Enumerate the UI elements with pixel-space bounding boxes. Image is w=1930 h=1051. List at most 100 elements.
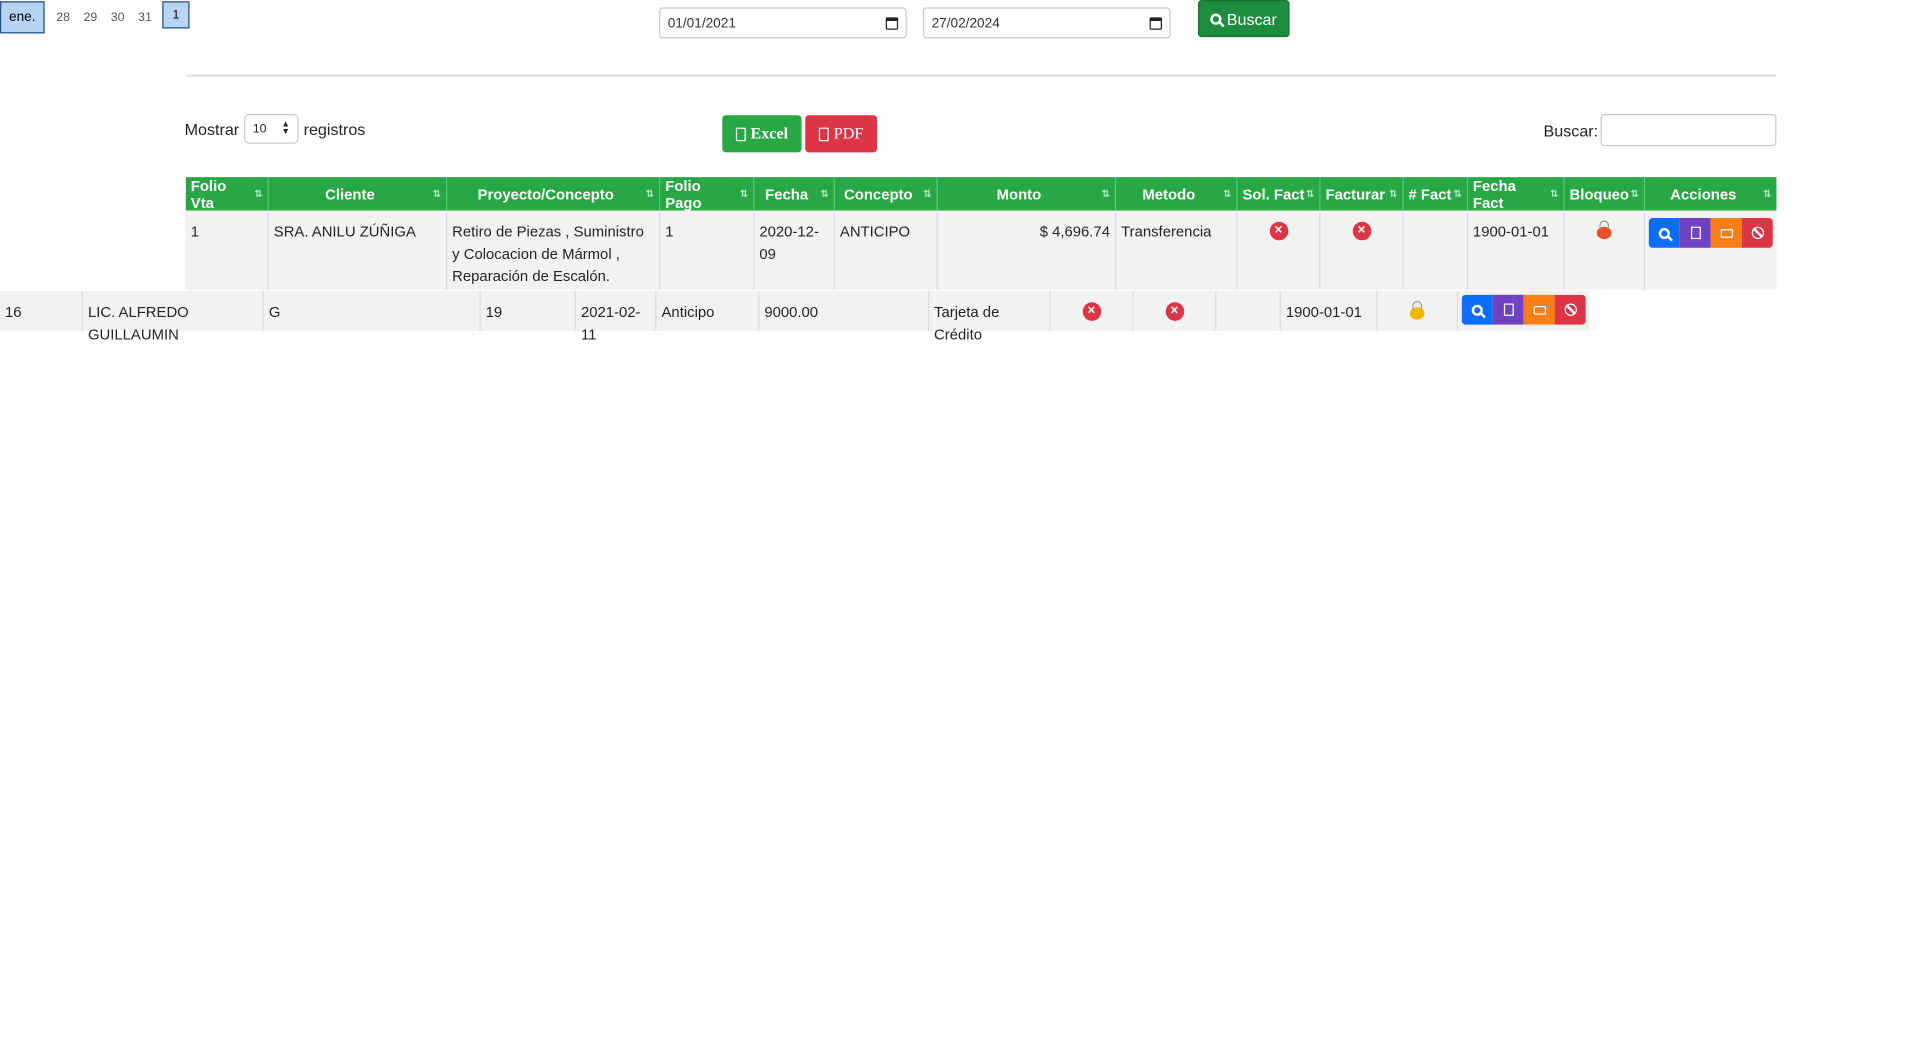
col-num-fact[interactable]: # Fact ⇅ bbox=[1404, 177, 1468, 211]
calendar-day[interactable]: 31 bbox=[131, 11, 158, 25]
document-icon bbox=[1503, 303, 1514, 316]
cell-acciones bbox=[1645, 211, 1776, 290]
sort-icon: ⇅ bbox=[1453, 188, 1462, 200]
calendar-day-selected[interactable]: 1 bbox=[162, 1, 190, 29]
view-button[interactable] bbox=[1648, 218, 1680, 248]
header-label: Fecha Fact bbox=[1472, 176, 1516, 212]
ban-icon bbox=[1751, 226, 1764, 240]
cell-cliente: LIC. ALFREDO GUILLAUMIN bbox=[83, 291, 264, 343]
col-acciones[interactable]: Acciones ⇅ bbox=[1645, 177, 1776, 210]
table-search-label: Buscar: bbox=[1543, 121, 1599, 140]
cell-proyecto: G bbox=[264, 291, 481, 331]
cell-metodo: Tarjeta de Crédito bbox=[929, 291, 1051, 343]
page: ene. 28 29 30 31 1 01/01/2021 27/02/2024… bbox=[0, 0, 1930, 1051]
print-button[interactable] bbox=[1523, 294, 1555, 325]
search-button[interactable]: Buscar bbox=[1197, 0, 1290, 38]
sort-icon: ⇅ bbox=[254, 188, 263, 200]
sort-icon: ⇅ bbox=[820, 188, 829, 200]
select-arrows-icon: ▲ ▼ bbox=[281, 120, 290, 137]
col-fecha-fact[interactable]: Fecha Fact ⇅ bbox=[1468, 176, 1565, 212]
cell-facturar: × bbox=[1321, 210, 1404, 290]
header-label: # Fact bbox=[1408, 185, 1452, 203]
col-cliente[interactable]: Cliente ⇅ bbox=[269, 177, 448, 211]
sort-icon: ⇅ bbox=[923, 188, 932, 200]
cell-fecha: 2020-12-09 bbox=[754, 210, 835, 290]
cell-monto: $ 4,696.74 bbox=[938, 210, 1117, 290]
calendar-icon[interactable] bbox=[885, 16, 899, 30]
col-folio-pago[interactable]: Folio Pago ⇅ bbox=[660, 176, 755, 212]
cancel-button[interactable] bbox=[1554, 294, 1586, 325]
x-circle-icon[interactable]: × bbox=[1082, 302, 1101, 321]
col-fecha[interactable]: Fecha ⇅ bbox=[754, 177, 835, 211]
search-icon bbox=[1471, 304, 1483, 316]
header-label: Folio Pago bbox=[665, 176, 702, 212]
cell-bloqueo bbox=[1378, 291, 1459, 331]
col-metodo[interactable]: Metodo ⇅ bbox=[1116, 177, 1238, 211]
cell-cliente: SRA. ANILU ZÚÑIGA bbox=[269, 210, 448, 290]
excel-export-button[interactable]: Excel bbox=[722, 115, 802, 153]
date-from-input[interactable]: 01/01/2021 bbox=[659, 7, 907, 39]
header-label: Concepto bbox=[844, 185, 913, 203]
date-to-input[interactable]: 27/02/2024 bbox=[922, 7, 1171, 39]
cell-sol-fact: × bbox=[1238, 210, 1321, 290]
x-circle-icon[interactable]: × bbox=[1165, 302, 1184, 321]
print-icon bbox=[1720, 228, 1733, 238]
page-size-control: Mostrar 10 ▲ ▼ registros bbox=[184, 113, 365, 144]
show-label: Mostrar bbox=[184, 119, 240, 139]
document-icon bbox=[1690, 226, 1701, 240]
document-button[interactable] bbox=[1679, 218, 1711, 248]
cell-monto: 9000.00 bbox=[759, 291, 930, 331]
table-row: 16 LIC. ALFREDO GUILLAUMIN G 19 2021-02-… bbox=[0, 291, 1590, 343]
cell-fecha-fact: 1900-01-01 bbox=[1468, 210, 1565, 290]
view-button[interactable] bbox=[1461, 294, 1493, 325]
table-header: Folio Vta ⇅ Cliente ⇅ Proyecto/Concepto ⇅ F… bbox=[185, 176, 1777, 212]
x-circle-icon[interactable]: × bbox=[1269, 221, 1288, 241]
page-size-select[interactable]: 10 ▲ ▼ bbox=[244, 113, 299, 144]
calendar-icon[interactable] bbox=[1149, 16, 1162, 30]
date-to-value: 27/02/2024 bbox=[931, 15, 1000, 31]
calendar-month[interactable]: ene. bbox=[0, 1, 45, 34]
row-actions bbox=[1648, 218, 1773, 248]
col-concepto[interactable]: Concepto ⇅ bbox=[835, 177, 938, 211]
document-button[interactable] bbox=[1492, 294, 1524, 325]
cell-concepto: ANTICIPO bbox=[835, 210, 938, 290]
cell-folio-pago: 1 bbox=[660, 210, 755, 290]
header-label: Folio Vta bbox=[190, 176, 227, 212]
cell-bloqueo bbox=[1565, 210, 1646, 290]
header-label: Metodo bbox=[1142, 185, 1196, 203]
x-circle-icon[interactable]: × bbox=[1352, 221, 1371, 241]
col-facturar[interactable]: Facturar ⇅ bbox=[1321, 177, 1404, 211]
header-label: Cliente bbox=[325, 185, 375, 203]
header-label: Monto bbox=[996, 185, 1042, 203]
sort-icon: ⇅ bbox=[432, 188, 442, 200]
header-label: Fecha bbox=[765, 185, 809, 203]
col-folio-vta[interactable]: Folio Vta ⇅ bbox=[186, 176, 269, 212]
cell-concepto: Anticipo bbox=[657, 291, 760, 331]
col-sol-fact[interactable]: Sol. Fact ⇅ bbox=[1238, 177, 1321, 211]
table-row: 1 SRA. ANILU ZÚÑIGA Retiro de Piezas , S… bbox=[185, 210, 1777, 290]
sort-icon: ⇅ bbox=[1306, 188, 1315, 200]
print-button[interactable] bbox=[1710, 218, 1742, 248]
sort-icon: ⇅ bbox=[739, 188, 749, 200]
cell-folio-vta: 16 bbox=[0, 291, 83, 331]
sort-icon: ⇅ bbox=[1550, 188, 1559, 200]
cell-num-fact bbox=[1217, 291, 1281, 331]
pdf-file-icon bbox=[818, 126, 829, 141]
cell-facturar: × bbox=[1134, 291, 1217, 331]
sort-icon: ⇅ bbox=[1389, 188, 1398, 200]
calendar-day[interactable]: 29 bbox=[77, 11, 104, 25]
lock-icon[interactable] bbox=[1596, 220, 1612, 240]
divider bbox=[185, 74, 1777, 77]
pdf-export-button[interactable]: PDF bbox=[805, 115, 878, 153]
calendar-day[interactable]: 28 bbox=[50, 11, 77, 25]
table-search-input[interactable] bbox=[1600, 113, 1777, 147]
pdf-label: PDF bbox=[833, 123, 864, 143]
col-proyecto[interactable]: Proyecto/Concepto ⇅ bbox=[447, 177, 661, 211]
cell-fecha-fact: 1900-01-01 bbox=[1281, 291, 1378, 331]
col-bloqueo[interactable]: Bloqueo ⇅ bbox=[1565, 177, 1646, 211]
cell-sol-fact: × bbox=[1051, 291, 1134, 331]
unlock-icon[interactable] bbox=[1409, 301, 1425, 320]
cancel-button[interactable] bbox=[1741, 218, 1773, 248]
col-monto[interactable]: Monto ⇅ bbox=[938, 177, 1117, 211]
calendar-day[interactable]: 30 bbox=[104, 11, 131, 25]
